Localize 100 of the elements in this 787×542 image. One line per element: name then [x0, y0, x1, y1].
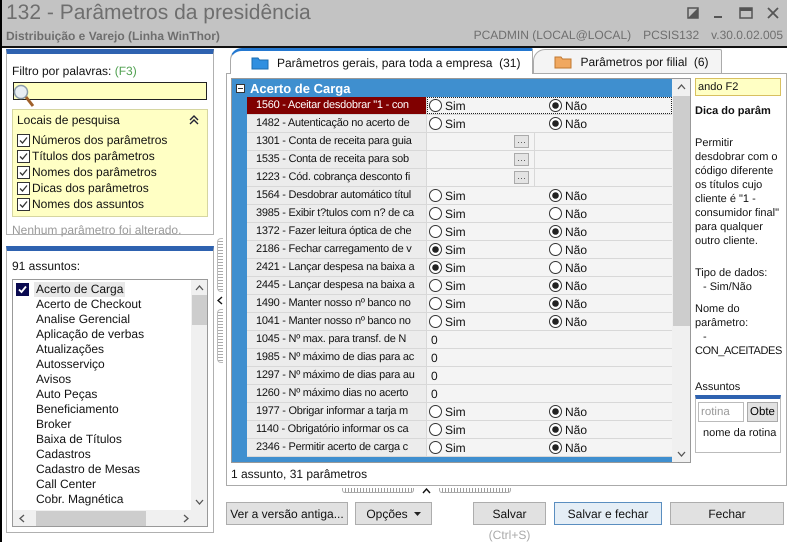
parameter-label[interactable]: 1985 - Nº máximo de dias para ac — [247, 349, 427, 366]
restore-icon[interactable] — [687, 7, 699, 19]
subject-item[interactable]: Atualizações — [34, 342, 106, 357]
vertical-scrollbar[interactable] — [672, 79, 690, 462]
scroll-left-icon[interactable] — [19, 514, 25, 522]
horizontal-scrollbar[interactable] — [13, 510, 207, 526]
parameter-label[interactable]: 1535 - Conta de receita para sob — [247, 151, 427, 168]
parameter-label[interactable]: 2421 - Lançar despesa na baixa a — [247, 259, 427, 276]
scroll-thumb[interactable] — [672, 96, 690, 326]
vertical-scrollbar[interactable] — [191, 280, 207, 510]
parameter-label[interactable]: 1041 - Manter nosso nº banco no — [247, 313, 427, 330]
radio-button[interactable] — [429, 279, 442, 292]
radio-button[interactable] — [549, 207, 562, 220]
radio-button[interactable] — [549, 297, 562, 310]
splitter-grip[interactable] — [342, 488, 414, 493]
splitter-grip[interactable] — [439, 488, 511, 493]
parameter-label[interactable]: 3985 - Exibir t?tulos com n? de ca — [247, 205, 427, 222]
subject-item[interactable]: Acerto de Checkout — [34, 297, 144, 312]
parameter-value[interactable]: 0 — [429, 332, 438, 346]
radio-button[interactable] — [429, 117, 442, 130]
radio-button[interactable] — [429, 405, 442, 418]
parameter-label[interactable]: 2346 - Permitir acerto de carga c — [247, 439, 427, 456]
radio-button[interactable] — [549, 189, 562, 202]
routine-field[interactable]: rotina — [698, 402, 744, 422]
radio-button[interactable] — [429, 189, 442, 202]
radio-button[interactable] — [549, 405, 562, 418]
scroll-up-icon[interactable] — [194, 285, 204, 291]
radio-button[interactable] — [549, 441, 562, 454]
filter-field[interactable] — [13, 82, 207, 100]
radio-button[interactable] — [429, 225, 442, 238]
subject-item[interactable]: Analise Gerencial — [34, 312, 132, 327]
radio-button[interactable] — [549, 315, 562, 328]
parameter-label[interactable]: 1560 - Aceitar desdobrar "1 - con — [247, 97, 427, 114]
subject-item[interactable]: Auto Peças — [34, 387, 100, 402]
radio-button[interactable] — [429, 261, 442, 274]
parameter-label[interactable]: 2186 - Fechar carregamento de v — [247, 241, 427, 258]
subject-item[interactable]: Cadastro de Mesas — [34, 462, 142, 477]
collapse-icon[interactable] — [236, 84, 245, 92]
radio-button[interactable] — [549, 243, 562, 256]
parameter-label[interactable]: 1045 - Nº max. para transf. de N — [247, 331, 427, 348]
subject-item[interactable]: Avisos — [34, 372, 74, 387]
action-button[interactable]: Ver a versão antiga... — [226, 502, 348, 525]
search-field[interactable]: ando F2 — [695, 78, 781, 96]
parameter-label[interactable]: 1223 - Cód. cobrança desconto fi — [247, 169, 427, 186]
radio-button[interactable] — [429, 441, 442, 454]
parameter-label[interactable]: 1372 - Fazer leitura óptica de che — [247, 223, 427, 240]
radio-button[interactable] — [549, 279, 562, 292]
radio-button[interactable] — [549, 423, 562, 436]
splitter-grip[interactable] — [217, 308, 223, 362]
subject-item[interactable]: Beneficiamento — [34, 402, 121, 417]
parameter-label[interactable]: 1564 - Desdobrar automático títul — [247, 187, 427, 204]
radio-button[interactable] — [429, 99, 442, 112]
parameter-label[interactable]: 1297 - Nº máximo de dias para au — [247, 367, 427, 384]
radio-button[interactable] — [429, 207, 442, 220]
splitter-grip[interactable] — [217, 238, 223, 292]
tab[interactable]: Parâmetros gerais, para toda a empresa (31) — [230, 48, 534, 74]
parameter-label[interactable]: 2445 - Lançar despesa na baixa a — [247, 277, 427, 294]
collapse-icon[interactable] — [189, 115, 199, 125]
subject-item[interactable]: Autosserviço — [34, 357, 107, 372]
action-button[interactable]: Salvar e fechar — [554, 502, 662, 525]
checkbox[interactable] — [17, 166, 30, 178]
maximize-icon[interactable] — [739, 7, 753, 19]
parameter-value[interactable]: 0 — [429, 350, 438, 364]
action-button[interactable]: Opções — [355, 502, 432, 525]
subject-item[interactable]: Broker — [34, 417, 74, 432]
parameter-label[interactable]: 1260 - Nº máximo dias no acerto — [247, 385, 427, 402]
checkbox[interactable] — [17, 134, 30, 146]
scroll-up-icon[interactable] — [676, 84, 686, 90]
parameter-label[interactable]: 1977 - Obrigar informar a tarja m — [247, 403, 427, 420]
lookup-button[interactable]: ··· — [514, 171, 529, 184]
collapse-up-icon[interactable] — [422, 488, 431, 494]
parameter-label[interactable]: 1301 - Conta de receita para guia — [247, 133, 427, 150]
subject-item[interactable]: Call Center — [34, 477, 98, 492]
scroll-down-icon[interactable] — [194, 499, 204, 505]
checkbox[interactable] — [17, 182, 30, 194]
radio-button[interactable] — [429, 243, 442, 256]
scroll-thumb[interactable] — [192, 295, 206, 325]
radio-button[interactable] — [549, 225, 562, 238]
action-button[interactable]: Salvar — [473, 502, 546, 525]
radio-button[interactable] — [429, 315, 442, 328]
lookup-button[interactable]: ··· — [514, 153, 529, 166]
subject-item[interactable]: Cobr. Magnética — [34, 492, 126, 507]
radio-button[interactable] — [549, 99, 562, 112]
subject-item[interactable]: Aplicação de verbas — [34, 327, 146, 342]
parameter-label[interactable]: 1490 - Manter nosso nº banco no — [247, 295, 427, 312]
scroll-right-icon[interactable] — [183, 514, 189, 522]
subject-item[interactable]: Acerto de Carga — [34, 282, 126, 297]
radio-button[interactable] — [429, 297, 442, 310]
tab[interactable]: Parâmetros por filial (6) — [533, 49, 722, 73]
action-button[interactable]: Fechar — [670, 502, 784, 525]
collapse-left-icon[interactable] — [217, 296, 223, 304]
radio-button[interactable] — [429, 423, 442, 436]
subject-item[interactable]: Baixa de Títulos — [34, 432, 124, 447]
scroll-down-icon[interactable] — [676, 451, 686, 457]
parameter-label[interactable]: 1140 - Obrigatório informar os ca — [247, 421, 427, 438]
parameter-label[interactable]: 1482 - Autenticação no acerto de — [247, 115, 427, 132]
checkbox[interactable] — [17, 150, 30, 162]
lookup-button[interactable]: ··· — [514, 135, 529, 148]
get-button[interactable]: Obte — [747, 402, 778, 422]
radio-button[interactable] — [549, 261, 562, 274]
